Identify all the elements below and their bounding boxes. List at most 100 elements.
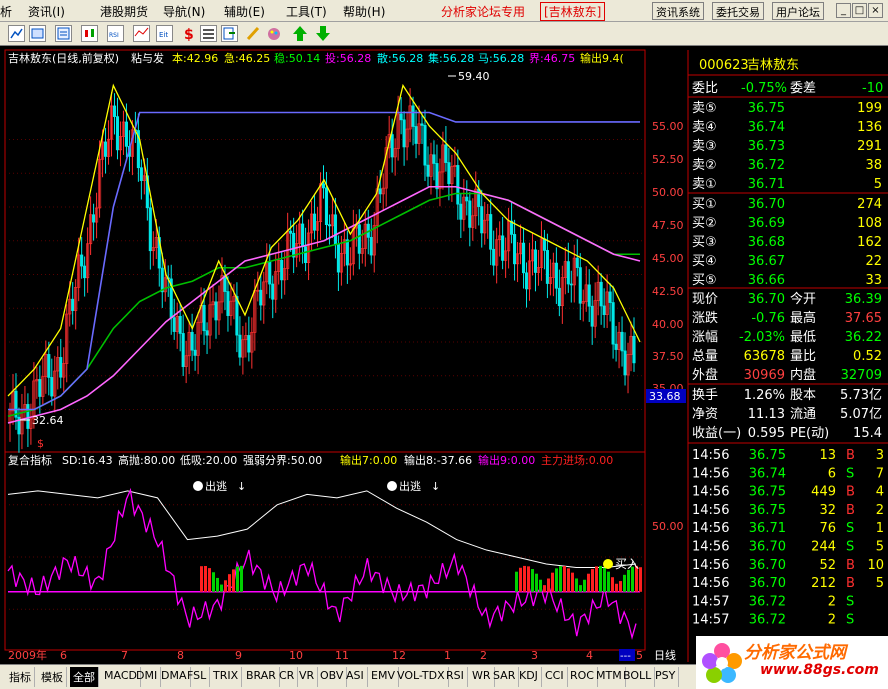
tab-rsi[interactable]: RSI bbox=[443, 667, 468, 687]
candle-body bbox=[172, 317, 176, 332]
stat-rows: 现价 36.70 今开 36.39 涨跌 -0.76 最高 37.65 涨幅 -2.03% 最低 36… bbox=[692, 291, 882, 383]
tab-psy[interactable]: PSY bbox=[652, 667, 680, 687]
tab-brar[interactable]: BRAR bbox=[243, 667, 280, 687]
tab-indicator[interactable]: 指标 bbox=[6, 667, 35, 687]
bid-row-price: 36.69 bbox=[748, 216, 785, 231]
tick-row-price: 36.71 bbox=[749, 521, 786, 536]
stat-row-value1: -2.03% bbox=[739, 330, 785, 345]
rsi-icon[interactable]: RSI bbox=[107, 25, 124, 42]
menu-item-analysis[interactable]: 析 bbox=[0, 3, 12, 20]
ask-row-volume: 136 bbox=[857, 120, 882, 135]
sub-bar bbox=[563, 566, 566, 592]
tab-dmi[interactable]: DMI bbox=[133, 667, 162, 687]
tick-row-volume: 2 bbox=[828, 594, 836, 609]
chart-workspace: 吉林敖东(日线,前复权) 粘与发 本:42.96 急:46.25 稳:50.14… bbox=[0, 46, 888, 662]
pencil-icon[interactable] bbox=[245, 25, 262, 42]
sub-item-main-force: 主力进场:0.00 bbox=[541, 453, 613, 467]
maximize-button[interactable]: □ bbox=[852, 3, 867, 18]
stat2-row-value2: 5.73亿 bbox=[840, 388, 882, 403]
export-icon[interactable] bbox=[221, 25, 238, 42]
candle-body bbox=[614, 343, 618, 350]
candle-body bbox=[292, 232, 296, 258]
tab-vol-tdx[interactable]: VOL-TDX bbox=[394, 667, 449, 687]
stock-tag: [吉林敖东] bbox=[540, 2, 606, 21]
tab-sar[interactable]: SAR bbox=[490, 667, 520, 687]
trade-button[interactable]: 委托交易 bbox=[712, 2, 764, 20]
header-item-ben: 本:42.96 bbox=[172, 51, 218, 65]
scroll-month: 5 bbox=[636, 649, 643, 662]
tab-fsl[interactable]: FSL bbox=[184, 667, 211, 687]
tab-vr[interactable]: VR bbox=[296, 667, 319, 687]
candle-body bbox=[602, 305, 606, 316]
bid-row-price: 36.68 bbox=[748, 235, 785, 250]
price-tick-42-5: 42.50 bbox=[652, 285, 684, 298]
candle-body bbox=[545, 250, 549, 284]
candle-body bbox=[324, 187, 329, 226]
candle-body bbox=[238, 334, 242, 358]
kline-icon[interactable] bbox=[81, 25, 98, 42]
header-item-jie: 界:46.75 bbox=[529, 52, 575, 65]
date-label-4: 4 bbox=[586, 649, 593, 662]
money-icon[interactable]: $ bbox=[181, 25, 198, 43]
arrow-down-icon[interactable] bbox=[315, 25, 332, 42]
candle-body bbox=[587, 284, 591, 307]
tick-row-volume: 244 bbox=[811, 540, 836, 555]
tab-cr[interactable]: CR bbox=[276, 667, 299, 687]
candle-body bbox=[480, 206, 484, 234]
menu-item-tools[interactable]: 工具(T) bbox=[286, 3, 327, 20]
tick-row-count: 5 bbox=[876, 540, 884, 555]
tab-cci[interactable]: CCI bbox=[542, 667, 568, 687]
tab-asi[interactable]: ASI bbox=[343, 667, 368, 687]
palette-icon[interactable] bbox=[266, 25, 283, 42]
edit-icon[interactable]: Eit bbox=[156, 25, 173, 42]
sub-bar bbox=[519, 567, 522, 592]
stat2-row-value2: 5.07亿 bbox=[840, 407, 882, 422]
list-icon[interactable] bbox=[200, 25, 217, 42]
sub-bar bbox=[571, 572, 574, 592]
sub-bar bbox=[575, 578, 578, 592]
tab-all[interactable]: 全部 bbox=[70, 667, 99, 687]
bid-row-price: 36.67 bbox=[748, 254, 785, 269]
tab-boll[interactable]: BOLL bbox=[620, 667, 656, 687]
ask-row-price: 36.73 bbox=[748, 139, 785, 154]
sub-lines bbox=[5, 487, 645, 640]
ask-rows: 卖⑤ 36.75 199 卖④ 36.74 136 卖③ 36.73 291 卖② 36.72 38 卖… bbox=[692, 101, 882, 192]
tick-row-count: 3 bbox=[876, 448, 884, 463]
window-tool-icon[interactable] bbox=[29, 25, 46, 42]
tab-template[interactable]: 模板 bbox=[38, 667, 67, 687]
close-button[interactable]: × bbox=[868, 3, 883, 18]
candle-body bbox=[569, 283, 573, 286]
user-forum-button[interactable]: 用户论坛 bbox=[772, 2, 824, 20]
tick-row-time: 14:56 bbox=[692, 521, 729, 536]
menu-item-assist[interactable]: 辅助(E) bbox=[224, 3, 265, 20]
sub-bar bbox=[555, 568, 558, 592]
stock-chart[interactable]: 吉林敖东(日线,前复权) 粘与发 本:42.96 急:46.25 稳:50.14… bbox=[0, 46, 888, 662]
candle-body bbox=[390, 134, 394, 158]
sub-item-output7: 输出7:0.00 bbox=[340, 453, 397, 467]
sell-dot-1 bbox=[193, 481, 203, 491]
period-label[interactable]: 日线 bbox=[654, 648, 676, 662]
chart-stock-title: 吉林敖东(日线,前复权) bbox=[8, 51, 119, 65]
menu-item-help[interactable]: 帮助(H) bbox=[343, 3, 385, 20]
tab-kdj[interactable]: KDJ bbox=[516, 667, 542, 687]
f10-icon[interactable] bbox=[55, 25, 72, 42]
tick-row-count: 1 bbox=[876, 521, 884, 536]
chart-tool-icon[interactable] bbox=[8, 25, 25, 42]
sub-bar bbox=[523, 565, 526, 592]
tab-trix[interactable]: TRIX bbox=[210, 667, 243, 687]
candle-body bbox=[465, 196, 469, 202]
news-system-button[interactable]: 资讯系统 bbox=[652, 2, 704, 20]
menu-item-navigate[interactable]: 导航(N) bbox=[163, 3, 205, 20]
header-item-wen: 稳:50.14 bbox=[274, 51, 320, 65]
arrow-up-icon[interactable] bbox=[292, 25, 309, 42]
indicator-icon[interactable] bbox=[133, 25, 150, 42]
sub-item-high-sell: 高抛:80.00 bbox=[118, 453, 175, 467]
menu-item-hk-futures[interactable]: 港股期货 bbox=[100, 3, 148, 20]
candle-body bbox=[139, 167, 143, 181]
minimize-button[interactable]: _ bbox=[836, 3, 851, 18]
date-label-7: 7 bbox=[121, 649, 128, 662]
menu-item-info[interactable]: 资讯(I) bbox=[28, 3, 65, 20]
tick-row-time: 14:57 bbox=[692, 594, 729, 609]
sub-bar bbox=[527, 566, 530, 592]
sub-bar bbox=[208, 568, 211, 592]
